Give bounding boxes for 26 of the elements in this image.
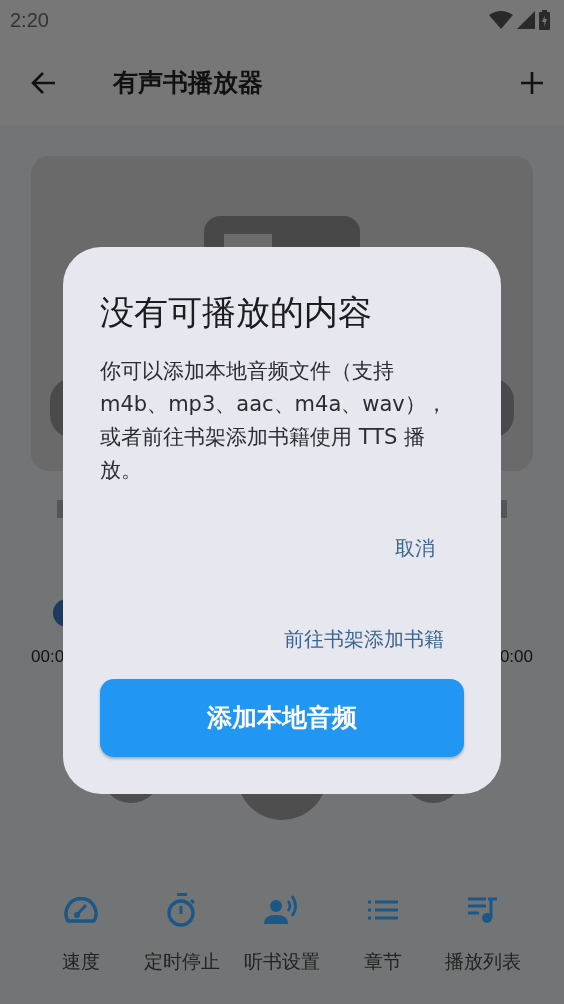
add-audio-button[interactable]: 添加本地音频 xyxy=(100,679,464,757)
list-icon xyxy=(367,900,398,920)
speedometer-icon xyxy=(64,897,98,923)
toolbar-button[interactable]: 章节 xyxy=(336,885,429,975)
person-speaking-icon xyxy=(264,895,300,925)
back-icon[interactable] xyxy=(30,70,56,95)
add-icon[interactable] xyxy=(520,70,544,95)
toolbar-button[interactable]: 定时停止 xyxy=(135,885,228,975)
playlist-icon xyxy=(468,896,498,924)
total-time: 0:00 xyxy=(499,647,533,667)
toolbar-button[interactable]: 听书设置 xyxy=(236,885,328,975)
battery-icon xyxy=(539,10,550,30)
toolbar-button[interactable]: 播放列表 xyxy=(437,885,529,975)
dialog-title: 没有可播放的内容 xyxy=(100,291,373,334)
stopwatch-icon xyxy=(166,893,197,927)
tick-mark xyxy=(501,500,507,518)
toolbar-button[interactable]: 速度 xyxy=(35,885,127,975)
signal-icon xyxy=(517,11,535,29)
wifi-icon xyxy=(489,11,513,29)
screen-title: 有声书播放器 xyxy=(113,67,264,99)
text-button[interactable]: 取消 xyxy=(395,525,435,572)
tick-mark xyxy=(57,500,63,518)
clock: 2:20 xyxy=(10,8,49,32)
dialog-message: 你可以添加本地音频文件（支持 m4b、mp3、aac、m4a、wav），或者前往书架添加书籍使用 TTS 播放。 xyxy=(100,358,448,484)
elapsed-time: 00:0 xyxy=(31,647,65,667)
text-button[interactable]: 前往书架添加书籍 xyxy=(284,616,444,663)
